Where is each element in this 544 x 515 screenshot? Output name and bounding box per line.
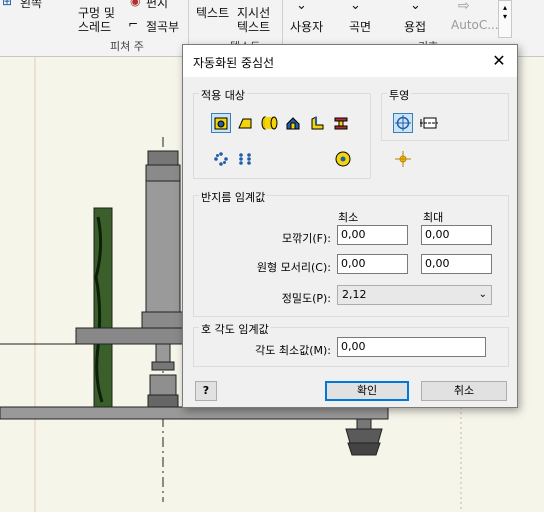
ribbon-surface-button[interactable]: 곡면 <box>349 18 371 35</box>
fillet-max-input[interactable]: 0,00 <box>421 225 492 245</box>
punch-feature-toggle[interactable] <box>331 113 351 133</box>
work-feature-toggle[interactable] <box>333 149 353 169</box>
precision-value: 2,12 <box>342 288 367 301</box>
corner-max-input[interactable]: 0,00 <box>421 254 492 274</box>
hole-icon <box>214 117 228 130</box>
circular-pattern-toggle[interactable] <box>211 149 231 169</box>
fillet-icon <box>238 118 252 129</box>
hole-feature-toggle[interactable] <box>211 113 231 133</box>
cylinder-feature-toggle[interactable] <box>259 113 279 133</box>
cylinder-icon <box>261 116 278 130</box>
ok-button[interactable]: 확인 <box>325 381 409 401</box>
chevron-down-icon: ⌄ <box>478 289 487 300</box>
ribbon-scroll[interactable]: ▴ ▾ <box>498 0 512 38</box>
ribbon-leader-label-2[interactable]: 텍스트 <box>237 18 270 35</box>
precision-dropdown[interactable]: 2,12 ⌄ <box>337 285 492 305</box>
ribbon-fillet-top[interactable]: 편지 <box>146 0 168 11</box>
hole-small-icon: ⊞ <box>2 0 13 8</box>
hole-thread-label-2[interactable]: 스레드 <box>78 18 111 35</box>
fillet-feature-toggle[interactable] <box>235 113 255 133</box>
ribbon-autoc-button[interactable]: AutoC... <box>451 18 499 32</box>
surface-icon: ⌄ <box>350 0 361 13</box>
scroll-up-icon: ▴ <box>502 3 507 12</box>
rectangular-pattern-toggle[interactable] <box>235 149 255 169</box>
bend-small-icon: ◉ <box>130 0 141 8</box>
work-feature-icon <box>335 151 351 167</box>
angle-threshold-label: 호 각도 임계값 <box>199 321 271 337</box>
apply-to-label: 적용 대상 <box>199 87 247 103</box>
dialog-titlebar[interactable]: 자동화된 중심선 ✕ <box>183 45 517 77</box>
axis-parallel-icon <box>420 117 438 129</box>
auto-centerline-dialog: 자동화된 중심선 ✕ 적용 대상 투영 반지름 임계값 최소 최대 모깎기(F)… <box>182 44 518 408</box>
help-button[interactable]: ? <box>195 381 217 401</box>
angle-min-label: 각도 최소값(M): <box>255 344 331 357</box>
ribbon-user-button[interactable]: 사용자 <box>290 18 323 35</box>
punch-icon <box>334 117 348 130</box>
circular-pattern-icon <box>214 152 228 166</box>
min-column-header: 최소 <box>338 211 359 224</box>
bend-feature-toggle[interactable] <box>307 113 327 133</box>
rectangular-pattern-icon <box>239 153 251 165</box>
weld-icon: ⌄ <box>410 0 421 13</box>
corner-label: 원형 모서리(C): <box>256 261 331 274</box>
fillet-label: 모깎기(F): <box>282 232 331 245</box>
revolution-feature-toggle[interactable] <box>283 113 303 133</box>
angle-min-input[interactable]: 0,00 <box>337 337 486 357</box>
scroll-more-icon: ▾ <box>502 12 507 21</box>
close-icon[interactable]: ✕ <box>489 51 509 71</box>
center-mark-icon <box>395 151 411 167</box>
axis-normal-icon <box>395 115 411 131</box>
radius-threshold-label: 반지름 임계값 <box>199 189 268 205</box>
center-mark-toggle[interactable] <box>393 149 413 169</box>
ribbon-weld-button[interactable]: 용접 <box>404 18 426 35</box>
cancel-button[interactable]: 취소 <box>421 381 507 401</box>
precision-label: 정밀도(P): <box>281 292 331 305</box>
corner-min-input[interactable]: 0,00 <box>337 254 408 274</box>
ribbon-fold-label[interactable]: 절곡부 <box>146 18 179 35</box>
bend-icon <box>311 116 324 130</box>
group-title-feature: 피쳐 주 <box>110 40 144 53</box>
fold-icon: ⌐ <box>128 17 139 31</box>
dialog-title: 자동화된 중심선 <box>193 56 275 70</box>
help-icon: ? <box>202 384 210 397</box>
axis-normal-toggle[interactable] <box>393 113 413 133</box>
axis-parallel-toggle[interactable] <box>419 113 439 133</box>
user-symbol-icon: ⌄ <box>296 0 307 13</box>
ribbon-text-button[interactable]: 텍스트 <box>196 4 229 21</box>
max-column-header: 최대 <box>423 211 444 224</box>
fillet-min-input[interactable]: 0,00 <box>337 225 408 245</box>
ribbon-hole-top[interactable]: 왼쪽 <box>20 0 42 11</box>
autoc-icon: ⇨ <box>458 0 470 14</box>
revolution-icon <box>286 117 300 130</box>
projection-label: 투영 <box>387 87 412 103</box>
